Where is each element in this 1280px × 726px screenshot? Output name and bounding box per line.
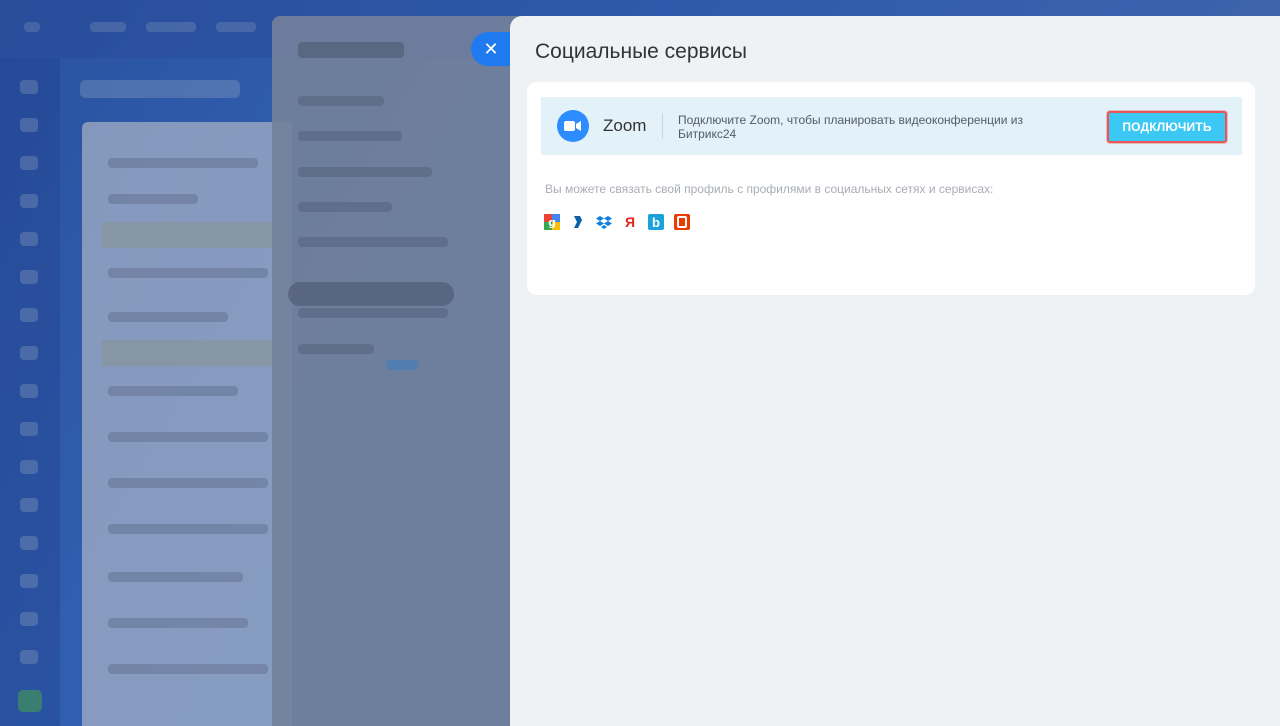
liveid-icon[interactable] — [570, 214, 586, 230]
svg-text:g: g — [548, 216, 556, 229]
google-icon[interactable]: g — [544, 214, 560, 230]
page-title: Социальные сервисы — [535, 40, 748, 63]
office365-icon[interactable] — [674, 214, 690, 230]
zoom-description: Подключите Zoom, чтобы планировать видео… — [678, 113, 1023, 141]
box-icon[interactable]: b — [648, 214, 664, 230]
social-services-slider: Социальные сервисы Zoom Подключите Zoom,… — [510, 16, 1280, 726]
dropbox-icon[interactable] — [596, 214, 612, 230]
zoom-integration-row: Zoom Подключите Zoom, чтобы планировать … — [541, 97, 1242, 155]
zoom-connect-button[interactable]: ПОДКЛЮЧИТЬ — [1107, 111, 1227, 143]
yandex-icon[interactable]: Я — [622, 214, 638, 230]
social-services-card: Zoom Подключите Zoom, чтобы планировать … — [527, 82, 1255, 295]
divider — [662, 113, 663, 139]
social-services-icons: g Я b — [544, 214, 690, 230]
zoom-logo-icon — [557, 110, 589, 142]
close-icon: ✕ — [483, 39, 499, 59]
social-networks-hint: Вы можете связать свой профиль с профиля… — [545, 182, 994, 196]
zoom-name: Zoom — [603, 116, 647, 135]
